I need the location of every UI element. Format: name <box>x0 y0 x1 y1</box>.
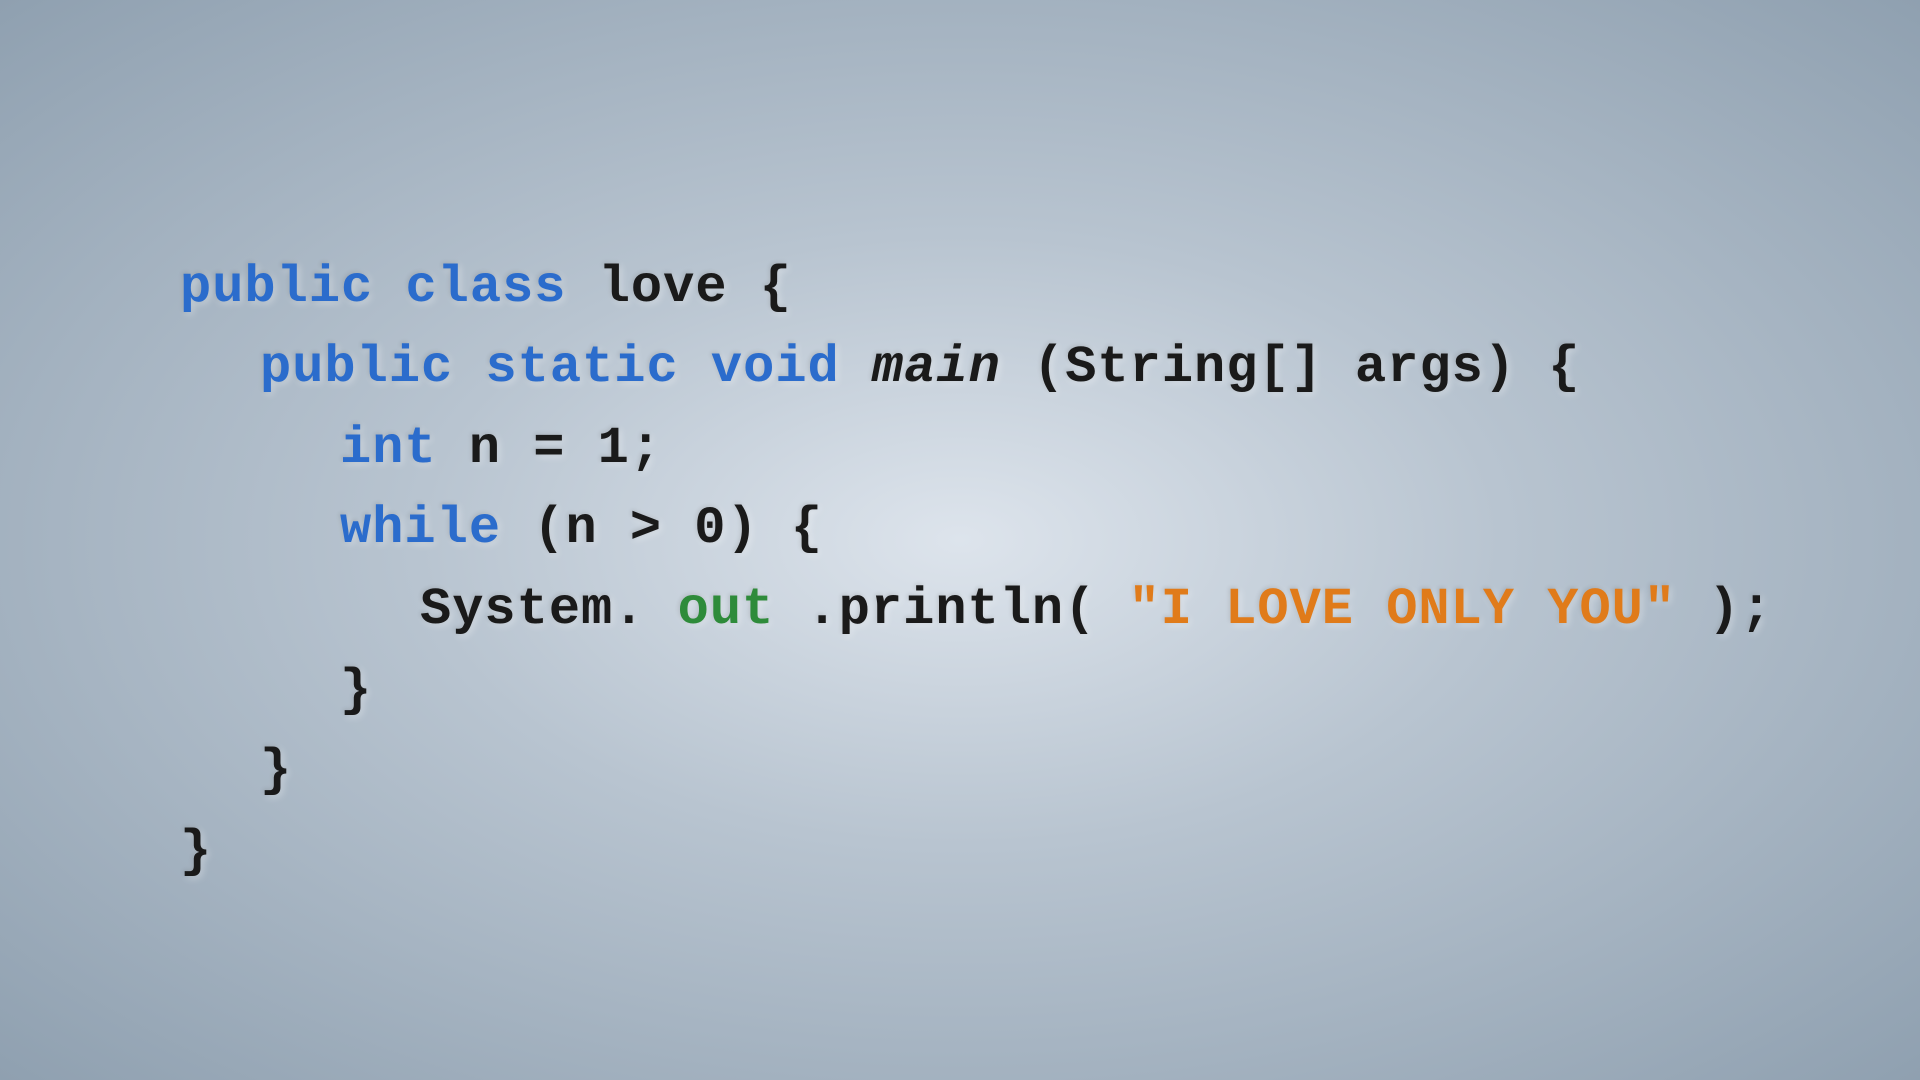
keyword-static: static <box>485 338 678 397</box>
out-keyword: out <box>678 580 775 639</box>
keyword-public-2: public <box>260 338 453 397</box>
while-condition: (n > 0) { <box>533 499 823 558</box>
println-close: ); <box>1708 580 1772 639</box>
line-3: int n = 1; <box>180 409 1773 490</box>
keyword-void: void <box>711 338 840 397</box>
line-7-brace: } <box>180 731 1773 812</box>
line-6-brace: } <box>180 651 1773 732</box>
keyword-int: int <box>340 419 437 478</box>
int-declaration: n = 1; <box>469 419 662 478</box>
system-prefix: System. <box>420 580 645 639</box>
code-display: public class love { public static void m… <box>0 188 1773 893</box>
line-4: while (n > 0) { <box>180 489 1773 570</box>
keyword-while: while <box>340 499 501 558</box>
class-name: love { <box>599 258 792 317</box>
keyword-class: class <box>405 258 566 317</box>
method-main: main <box>872 338 1001 397</box>
method-params: (String[] args) { <box>1033 338 1581 397</box>
println-method: .println( <box>807 580 1097 639</box>
string-literal: "I LOVE ONLY YOU" <box>1129 580 1677 639</box>
keyword-public: public <box>180 258 373 317</box>
line-1: public class love { <box>180 248 1773 329</box>
line-8-brace: } <box>180 812 1773 893</box>
line-5: System. out .println( "I LOVE ONLY YOU" … <box>180 570 1773 651</box>
line-2: public static void main (String[] args) … <box>180 328 1773 409</box>
